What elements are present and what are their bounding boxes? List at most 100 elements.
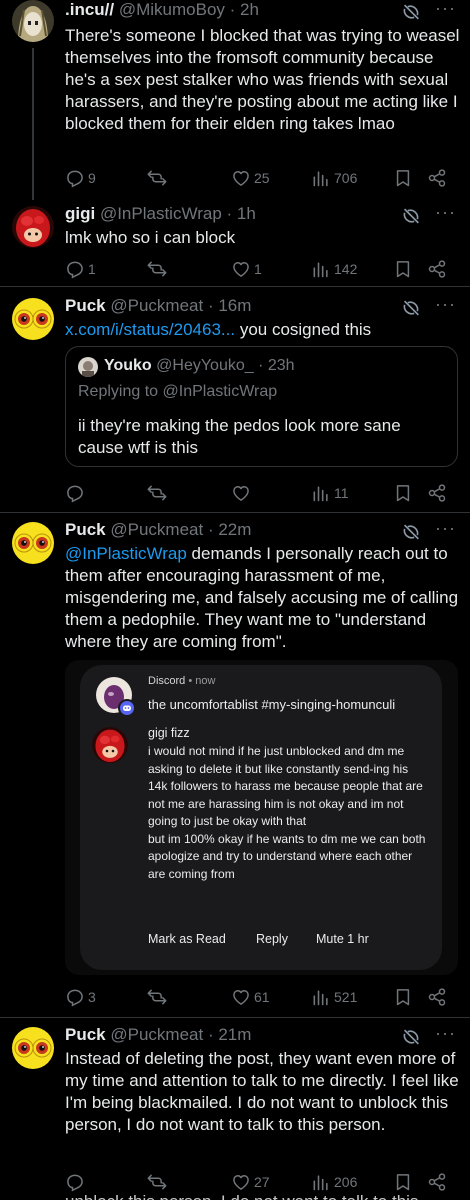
more-icon[interactable]: ··· [435,0,456,19]
like-button[interactable]: 1 [231,258,262,280]
avatar[interactable] [12,298,54,340]
share-button[interactable] [427,258,447,280]
bookmark-icon [393,1172,413,1192]
reply-notif-button[interactable]: Reply [256,932,288,946]
avatar[interactable] [12,206,54,248]
views-count: 521 [334,989,358,1005]
more-icon[interactable]: ··· [435,202,456,223]
mark-as-read-button[interactable]: Mark as Read [148,932,226,946]
tweet-5[interactable]: Puck @Puckmeat · 21m ··· Instead of dele… [0,1023,470,1200]
more-icon[interactable]: ··· [435,518,456,539]
like-button[interactable]: 27 [231,1171,270,1193]
quoted-tweet[interactable]: Youko @HeyYouko_ · 23h Replying to @InPl… [65,346,458,467]
notif-channel: the uncomfortablist #my-singing-homuncul… [148,697,396,712]
replying-handle[interactable]: @InPlasticWrap [163,383,278,400]
tweet-header: Puck @Puckmeat · 21m [65,1025,251,1045]
replying-to: Replying to @InPlasticWrap [78,383,277,401]
repost-icon [147,987,167,1007]
status-link[interactable]: x.com/i/status/20463... [65,320,235,339]
user-handle[interactable]: @Puckmeat [110,1025,203,1044]
reply-button[interactable] [65,482,88,504]
views-button[interactable]: 142 [311,258,357,280]
user-handle[interactable]: @Puckmeat [110,520,203,539]
timestamp[interactable]: · 21m [208,1025,251,1044]
grok-icon[interactable] [400,1026,422,1048]
grok-icon[interactable] [400,205,422,227]
tweet-text-rest: you cosigned this [235,320,372,339]
share-button[interactable] [427,482,447,504]
views-icon [311,483,331,503]
reply-icon [65,168,85,188]
grok-icon[interactable] [400,521,422,543]
mute-button[interactable]: Mute 1 hr [316,932,369,946]
timestamp[interactable]: · 2h [230,0,259,19]
bookmark-icon [393,483,413,503]
grok-icon[interactable] [400,1,422,23]
views-button[interactable]: 521 [311,986,357,1008]
tweet-text: Instead of deleting the post, they want … [65,1049,459,1134]
tweet-actions: 1 1 142 [65,258,460,280]
reply-button[interactable] [65,1171,88,1193]
tweet-2[interactable]: gigi @InPlasticWrap · 1h ··· lmk who so … [0,202,470,284]
tweet-3[interactable]: Puck @Puckmeat · 16m ··· x.com/i/status/… [0,294,470,510]
views-button[interactable]: 206 [311,1171,357,1193]
reply-icon [65,259,85,279]
more-icon[interactable]: ··· [435,294,456,315]
display-name[interactable]: gigi [65,204,95,223]
bookmark-button[interactable] [393,482,413,504]
views-icon [311,168,331,188]
reply-button[interactable]: 3 [65,986,96,1008]
timestamp[interactable]: · 22m [208,520,251,539]
like-count: 61 [254,989,270,1005]
bookmark-button[interactable] [393,258,413,280]
bookmark-button[interactable] [393,167,413,189]
tweet-4[interactable]: Puck @Puckmeat · 22m ··· @InPlasticWrap … [0,518,470,1015]
bookmark-button[interactable] [393,986,413,1008]
replying-prefix: Replying to [78,383,163,400]
like-icon [231,259,251,279]
share-button[interactable] [427,986,447,1008]
user-handle[interactable]: @InPlasticWrap [100,204,222,223]
quoted-avatar [78,357,98,377]
avatar[interactable] [12,522,54,564]
avatar[interactable] [12,0,54,42]
repost-icon [147,483,167,503]
reply-button[interactable]: 1 [65,258,96,280]
like-button[interactable] [231,482,254,504]
display-name[interactable]: Puck [65,1025,106,1044]
grok-icon[interactable] [400,297,422,319]
timestamp[interactable]: · 16m [208,296,251,315]
like-button[interactable]: 25 [231,167,270,189]
notif-message: i would not mind if he just unblocked an… [148,744,426,881]
tweet-1[interactable]: .incu// @MikumoBoy · 2h ··· There's some… [0,0,470,200]
avatar[interactable] [12,1027,54,1069]
reply-button[interactable]: 9 [65,167,96,189]
bookmark-icon [393,259,413,279]
avatar-image [12,522,54,564]
user-handle[interactable]: @Puckmeat [110,296,203,315]
mention-link[interactable]: @InPlasticWrap [65,544,187,563]
timestamp[interactable]: · 1h [227,204,256,223]
app-name: Discord [148,675,186,687]
repost-button[interactable] [147,986,170,1008]
display-name[interactable]: .incu// [65,0,114,19]
quoted-time: · 23h [258,357,295,374]
like-button[interactable]: 61 [231,986,270,1008]
views-button[interactable]: 706 [311,167,357,189]
tweet-actions: 9 25 706 [65,167,460,189]
bookmark-button[interactable] [393,1171,413,1193]
notif-app-line: Discord • now [148,675,215,687]
share-button[interactable] [427,1171,447,1193]
like-icon [231,987,251,1007]
views-button[interactable]: 11 [311,482,349,504]
display-name[interactable]: Puck [65,296,106,315]
like-icon [231,483,251,503]
more-icon[interactable]: ··· [435,1023,456,1044]
repost-button[interactable] [147,167,170,189]
repost-button[interactable] [147,482,170,504]
share-button[interactable] [427,167,447,189]
display-name[interactable]: Puck [65,520,106,539]
user-handle[interactable]: @MikumoBoy [119,0,225,19]
repost-button[interactable] [147,1171,170,1193]
repost-button[interactable] [147,258,170,280]
